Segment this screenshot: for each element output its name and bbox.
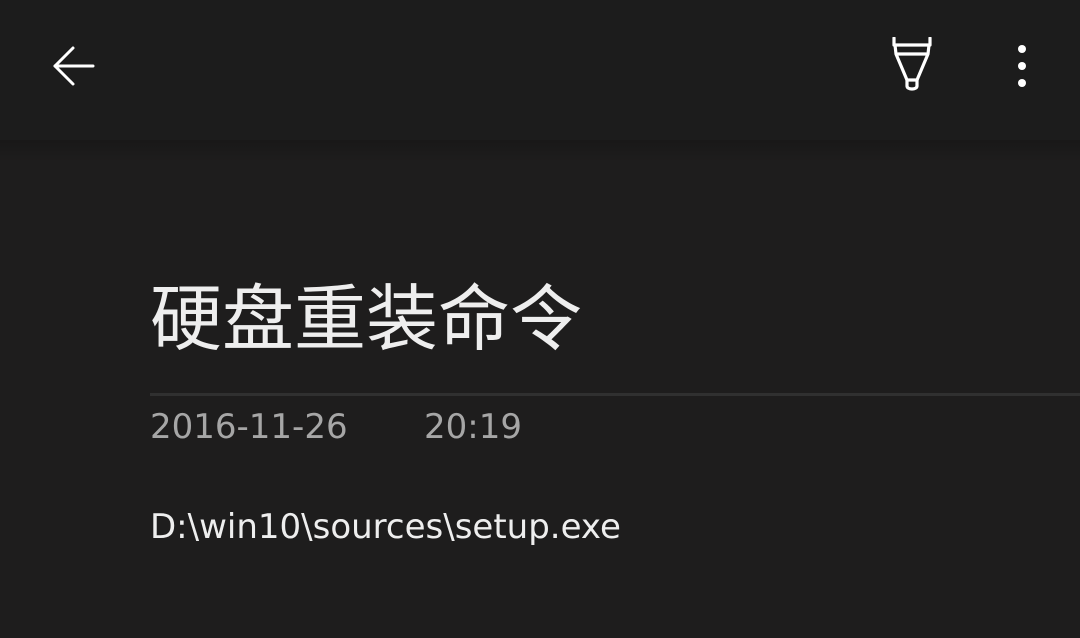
pen-button[interactable]: [878, 32, 946, 100]
note-time: 20:19: [424, 407, 522, 447]
note-date: 2016-11-26: [150, 407, 348, 447]
note-content: 硬盘重装命令 2016-11-26 20:19 D:\win10\sources…: [150, 162, 1080, 638]
more-options-button[interactable]: [994, 32, 1050, 100]
title-divider: [150, 393, 1080, 396]
pen-icon: [892, 37, 932, 91]
toolbar-shadow: [0, 140, 1080, 162]
arrow-left-icon: [53, 46, 95, 86]
note-screen: 硬盘重装命令 2016-11-26 20:19 D:\win10\sources…: [0, 0, 1080, 638]
top-app-bar: [0, 0, 1080, 140]
back-button[interactable]: [40, 34, 108, 98]
note-body[interactable]: D:\win10\sources\setup.exe: [150, 502, 1070, 552]
note-title[interactable]: 硬盘重装命令: [150, 274, 1070, 364]
more-vertical-icon: [1018, 45, 1026, 87]
